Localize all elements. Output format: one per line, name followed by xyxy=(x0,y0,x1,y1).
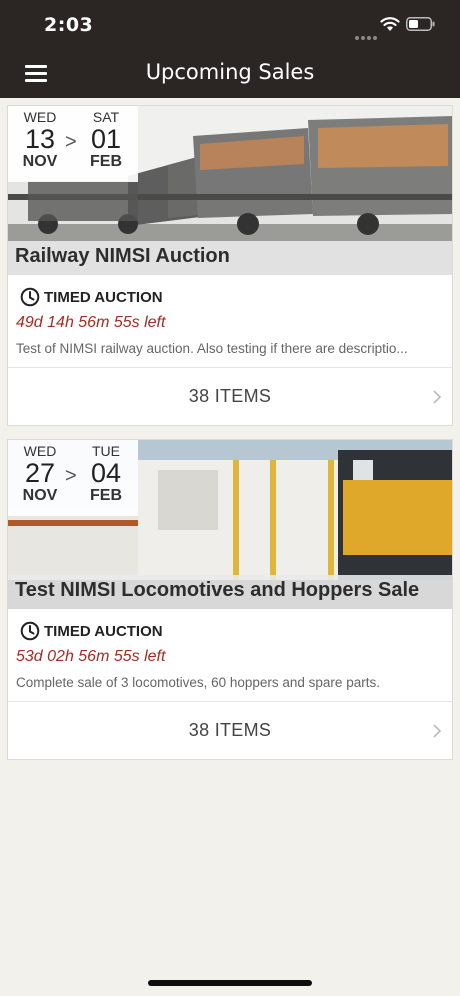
start-day-number: 27 xyxy=(24,458,56,488)
start-weekday: WED xyxy=(23,109,57,125)
sale-title[interactable]: Railway NIMSI Auction xyxy=(15,245,230,268)
start-date: WED 13 NOV xyxy=(16,109,64,171)
chevron-right-icon xyxy=(433,724,442,738)
end-date: TUE 04 FEB xyxy=(82,443,130,505)
sale-card[interactable]: WED 13 NOV > SAT 01 FEB Railway NIMSI Au… xyxy=(7,105,453,426)
start-weekday: WED xyxy=(23,443,57,459)
title-band: Test NIMSI Locomotives and Hoppers Sale xyxy=(8,575,452,609)
date-range: WED 27 NOV > TUE 04 FEB xyxy=(8,440,138,516)
sale-description: Test of NIMSI railway auction. Also test… xyxy=(16,341,408,356)
sale-card[interactable]: WED 27 NOV > TUE 04 FEB Test NIMSI Locom… xyxy=(7,439,453,760)
start-month: NOV xyxy=(22,153,58,170)
end-month: FEB xyxy=(90,153,122,170)
end-day-number: 04 xyxy=(90,458,122,488)
clock-icon xyxy=(20,287,40,307)
page-title: Upcoming Sales xyxy=(145,60,315,84)
date-separator: > xyxy=(65,465,77,487)
auction-type: TIMED AUCTION xyxy=(44,623,163,640)
title-band: Railway NIMSI Auction xyxy=(8,241,452,275)
items-button[interactable]: 38 ITEMS xyxy=(8,367,452,425)
start-month: NOV xyxy=(22,487,58,504)
battery-icon xyxy=(406,17,435,31)
navigation-bar: Upcoming Sales xyxy=(0,50,460,98)
sale-title[interactable]: Test NIMSI Locomotives and Hoppers Sale xyxy=(15,579,419,602)
date-range: WED 13 NOV > SAT 01 FEB xyxy=(8,106,138,182)
wifi-icon xyxy=(380,17,400,31)
end-weekday: SAT xyxy=(92,109,120,125)
status-bar: 2:03 xyxy=(0,0,460,50)
countdown-timer: 49d 14h 56m 55s left xyxy=(16,314,166,331)
end-date: SAT 01 FEB xyxy=(82,109,130,171)
sale-hero[interactable]: WED 27 NOV > TUE 04 FEB Test NIMSI Locom… xyxy=(8,440,452,609)
end-day-number: 01 xyxy=(90,124,122,154)
sale-hero[interactable]: WED 13 NOV > SAT 01 FEB Railway NIMSI Au… xyxy=(8,106,452,275)
sale-description: Complete sale of 3 locomotives, 60 hoppe… xyxy=(16,675,380,690)
signal-dots-icon xyxy=(355,27,379,40)
sale-info: TIMED AUCTION 53d 02h 56m 55s left Compl… xyxy=(8,609,452,701)
items-button[interactable]: 38 ITEMS xyxy=(8,701,452,759)
start-date: WED 27 NOV xyxy=(16,443,64,505)
end-month: FEB xyxy=(90,487,122,504)
date-separator: > xyxy=(65,131,77,153)
end-weekday: TUE xyxy=(92,443,120,459)
status-time: 2:03 xyxy=(44,14,94,36)
sale-info: TIMED AUCTION 49d 14h 56m 55s left Test … xyxy=(8,275,452,367)
auction-type: TIMED AUCTION xyxy=(44,289,163,306)
items-count-label: 38 ITEMS xyxy=(188,720,272,740)
home-indicator[interactable] xyxy=(148,980,312,986)
countdown-timer: 53d 02h 56m 55s left xyxy=(16,648,166,665)
start-day-number: 13 xyxy=(24,124,56,154)
chevron-right-icon xyxy=(433,390,442,404)
items-count-label: 38 ITEMS xyxy=(188,386,272,406)
clock-icon xyxy=(20,621,40,641)
